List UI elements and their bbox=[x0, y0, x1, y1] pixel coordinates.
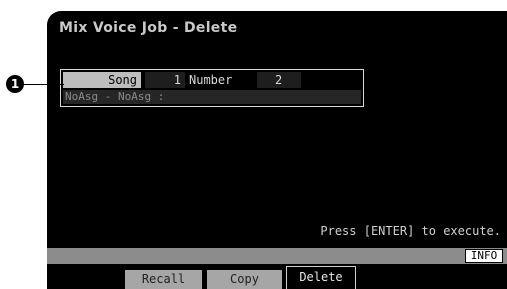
lcd-screen: Mix Voice Job - Delete Song 1 Number 2 N… bbox=[47, 11, 507, 289]
callout-number-badge: 1 bbox=[6, 75, 24, 93]
tab-bar: Recall Copy Delete bbox=[47, 264, 507, 289]
tab-recall[interactable]: Recall bbox=[125, 270, 205, 289]
song-number-row: Song 1 Number 2 bbox=[63, 72, 361, 88]
song-value-field[interactable]: 1 bbox=[145, 72, 185, 88]
tab-delete[interactable]: Delete bbox=[286, 266, 356, 289]
song-field-label[interactable]: Song bbox=[63, 72, 141, 88]
info-button[interactable]: INFO bbox=[465, 249, 503, 263]
status-bar: INFO bbox=[47, 248, 507, 264]
number-field-label: Number bbox=[187, 72, 253, 88]
page-title: Mix Voice Job - Delete bbox=[59, 20, 238, 36]
number-value-field[interactable]: 2 bbox=[257, 72, 301, 88]
parameter-box: Song 1 Number 2 NoAsg - NoAsg : bbox=[60, 69, 364, 107]
voice-name-display: NoAsg - NoAsg : bbox=[63, 90, 361, 104]
tab-copy[interactable]: Copy bbox=[207, 270, 285, 289]
execute-hint: Press [ENTER] to execute. bbox=[320, 224, 501, 238]
